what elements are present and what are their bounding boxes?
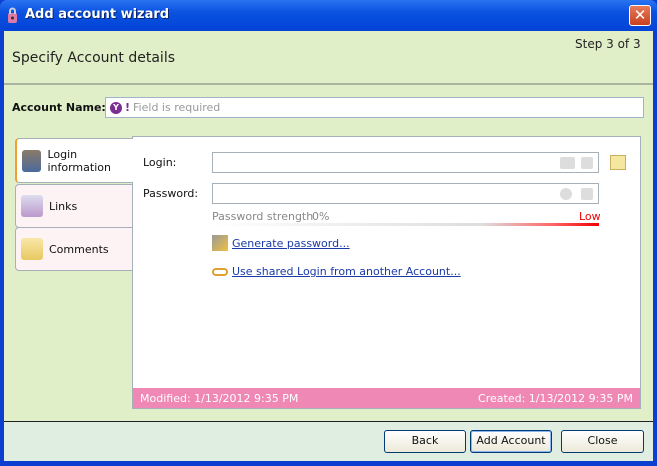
password-label: Password: (143, 187, 199, 200)
button-bar (4, 422, 653, 461)
tab-links[interactable]: Links (15, 184, 133, 228)
timestamps-bar: Modified: 1/13/2012 9:35 PM Created: 1/13… (133, 388, 640, 408)
step-indicator: Step 3 of 3 (575, 37, 641, 51)
user-icon (22, 149, 42, 172)
close-button[interactable]: Close (561, 430, 644, 453)
back-button[interactable]: Back (384, 430, 466, 453)
created-date: Created: 1/13/2012 9:35 PM (478, 391, 633, 405)
copy-icon[interactable] (581, 157, 593, 169)
tab-label: Links (49, 199, 78, 213)
link-text: Generate password... (232, 236, 350, 250)
password-input[interactable] (212, 183, 599, 204)
login-label: Login: (143, 156, 177, 169)
tab-label: Login information (47, 147, 111, 174)
keyboard-icon[interactable] (560, 157, 575, 169)
keys-icon (212, 235, 228, 251)
lock-icon (7, 7, 18, 23)
account-name-label: Account Name: (12, 101, 106, 114)
tab-label: Comments (49, 242, 109, 256)
page-title: Specify Account details (12, 50, 176, 66)
window-title: Add account wizard (25, 7, 170, 22)
comments-icon (21, 238, 43, 260)
yahoo-mark: ! (125, 101, 131, 114)
yahoo-icon: Y (110, 101, 122, 114)
generate-password-link[interactable]: Generate password... (212, 235, 350, 251)
login-input[interactable] (212, 152, 599, 173)
account-name-input[interactable]: Y! Field is required (105, 97, 644, 118)
header-divider (4, 83, 653, 85)
account-name-placeholder: Field is required (133, 101, 221, 114)
password-strength-bar (212, 223, 599, 226)
tab-login-information[interactable]: Login information (15, 138, 133, 183)
password-strength-label: Password strength (212, 210, 314, 223)
pin-icon[interactable] (610, 155, 626, 170)
links-icon (21, 195, 43, 217)
password-strength-value: 0% (312, 210, 330, 223)
modified-date: Modified: 1/13/2012 9:35 PM (140, 391, 299, 405)
password-strength-level: Low (579, 210, 601, 223)
close-window-button[interactable]: ✕ (629, 5, 651, 26)
eye-icon[interactable] (560, 188, 572, 200)
tab-comments[interactable]: Comments (15, 227, 133, 271)
link-text: Use shared Login from another Account... (232, 265, 461, 278)
shared-login-link[interactable]: Use shared Login from another Account... (212, 265, 461, 278)
add-account-button[interactable]: Add Account (470, 430, 552, 453)
chain-icon (212, 267, 228, 276)
copy-icon[interactable] (581, 188, 593, 200)
